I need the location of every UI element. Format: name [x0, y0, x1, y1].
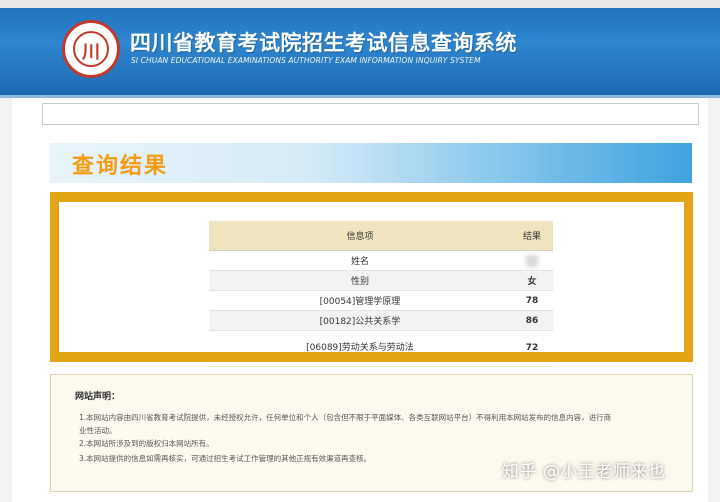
row-label: [06089]劳动关系与劳动法 — [209, 330, 511, 367]
site-header: 川 四川省教育考试院招生考试信息查询系统 SI CHUAN EDUCATIONA… — [0, 0, 720, 95]
row-label: [00054]管理学原理 — [209, 290, 511, 311]
row-value: 86 — [510, 310, 553, 331]
result-title-bar: 查询结果 — [50, 143, 692, 183]
table-row: 性别 女 — [209, 270, 553, 291]
row-label: 姓名 — [209, 250, 511, 271]
notice-line: 2.本网站所涉及到的版权归本网站所有。 — [79, 439, 214, 448]
row-value: 72 — [510, 330, 553, 367]
logo-inner-ring: 川 — [73, 31, 109, 67]
header-item: 信息项 — [209, 221, 511, 251]
redacted-name-blur — [525, 254, 538, 267]
header-result: 结果 — [510, 221, 553, 251]
right-gutter — [712, 98, 720, 502]
site-title: 四川省教育考试院招生考试信息查询系统 — [130, 31, 517, 55]
navigation-bar — [42, 103, 699, 125]
table-header-row: 信息项 结果 — [209, 221, 553, 251]
result-title: 查询结果 — [72, 154, 169, 179]
results-table: 信息项 结果 姓名 性别 女 [00054]管理学原理 78 [00182]公共… — [209, 221, 553, 367]
row-value-redacted — [510, 250, 553, 271]
row-label: [00182]公共关系学 — [209, 310, 511, 331]
header-top-strip — [0, 0, 720, 8]
results-panel: 信息项 结果 姓名 性别 女 [00054]管理学原理 78 [00182]公共… — [59, 202, 684, 367]
row-label: 性别 — [209, 270, 511, 291]
notice-line: 业性活动。 — [79, 426, 117, 435]
watermark-text: 知乎 @小王老师来也 — [502, 462, 666, 482]
results-frame: 信息项 结果 姓名 性别 女 [00054]管理学原理 78 [00182]公共… — [50, 192, 693, 367]
logo-glyph: 川 — [82, 42, 100, 63]
table-row: [00054]管理学原理 78 — [209, 290, 553, 311]
row-value: 78 — [510, 290, 553, 311]
table-row: [06089]劳动关系与劳动法 72 — [209, 330, 553, 367]
table-row: 姓名 — [209, 250, 553, 271]
authority-logo: 川 — [62, 20, 120, 78]
site-subtitle: SI CHUAN EDUCATIONAL EXAMINATIONS AUTHOR… — [131, 56, 481, 65]
notice-title: 网站声明： — [75, 392, 121, 402]
notice-line: 1.本网站内容由四川省教育考试院提供，未经授权允许，任何单位和个人（包含但不限于… — [79, 413, 612, 422]
row-value: 女 — [510, 270, 553, 291]
table-row: [00182]公共关系学 86 — [209, 310, 553, 331]
